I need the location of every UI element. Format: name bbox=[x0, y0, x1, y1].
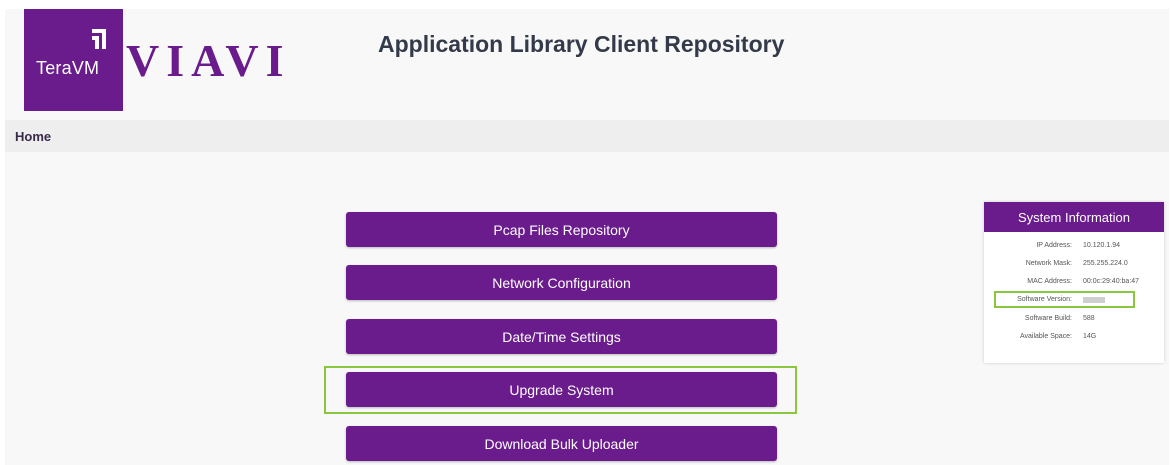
sys-label: Available Space: bbox=[1019, 333, 1072, 340]
navbar: Home bbox=[5, 120, 1169, 152]
sys-label: IP Address: bbox=[1036, 242, 1072, 249]
sys-label: MAC Address: bbox=[1027, 278, 1072, 285]
sys-label: Network Mask: bbox=[1025, 260, 1072, 267]
page-title: Application Library Client Repository bbox=[378, 31, 785, 57]
teravm-glyph-icon bbox=[92, 29, 106, 49]
sys-value: 255.255.224.0 bbox=[1083, 260, 1128, 267]
network-configuration-button[interactable]: Network Configuration bbox=[346, 265, 777, 300]
system-information-panel: System Information IP Address: 10.120.1.… bbox=[984, 202, 1164, 363]
sys-label: Software Build: bbox=[1024, 315, 1072, 322]
viavi-logo: VIAVI bbox=[126, 35, 291, 86]
download-bulk-uploader-button[interactable]: Download Bulk Uploader bbox=[346, 426, 777, 461]
sys-row-ip: IP Address: 10.120.1.94 bbox=[984, 239, 1164, 253]
teravm-logo: TeraVM bbox=[24, 9, 123, 111]
pcap-files-repository-button[interactable]: Pcap Files Repository bbox=[346, 212, 777, 247]
sys-row-software-build: Software Build: 588 bbox=[984, 312, 1164, 326]
sys-value: 00:0c:29:40:ba:47 bbox=[1083, 278, 1140, 285]
sys-value: 10.120.1.94 bbox=[1083, 242, 1120, 249]
sys-row-available-space: Available Space: 14G bbox=[984, 330, 1164, 344]
nav-home-link[interactable]: Home bbox=[15, 129, 51, 144]
sys-row-mask: Network Mask: 255.255.224.0 bbox=[984, 257, 1164, 271]
sys-value: 588 bbox=[1083, 315, 1095, 322]
sys-value: 14G bbox=[1083, 333, 1097, 340]
upgrade-system-highlight bbox=[324, 366, 797, 414]
software-version-highlight bbox=[994, 291, 1135, 308]
logo-text: TeraVM bbox=[36, 58, 100, 78]
date-time-settings-button[interactable]: Date/Time Settings bbox=[346, 319, 777, 354]
sys-row-mac: MAC Address: 00:0c:29:40:ba:47 bbox=[984, 275, 1164, 289]
system-information-title: System Information bbox=[984, 202, 1164, 232]
